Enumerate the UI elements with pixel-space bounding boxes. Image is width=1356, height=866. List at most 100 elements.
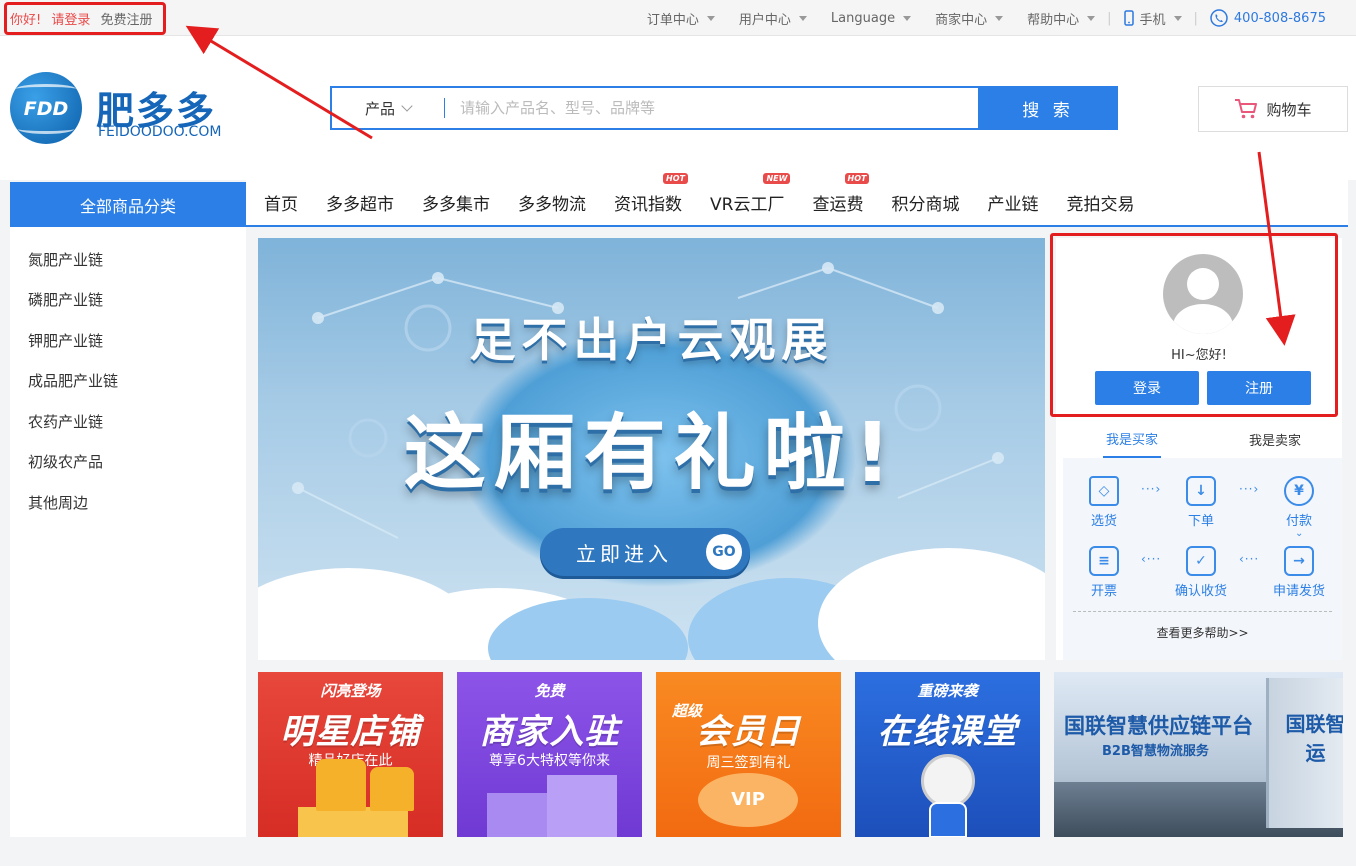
divider bbox=[1073, 611, 1332, 612]
flow-step-request-shipment[interactable]: → 申请发货 bbox=[1269, 546, 1329, 599]
chevron-down-icon bbox=[401, 100, 413, 112]
hotline: 400-808-8675 bbox=[1198, 9, 1338, 27]
search-input[interactable] bbox=[460, 88, 970, 128]
download-icon: ↓ bbox=[1186, 476, 1216, 506]
flow-dots-icon: ···› bbox=[1239, 482, 1260, 496]
nav-item-news-index[interactable]: 资讯指数 HOT bbox=[614, 173, 688, 215]
category-sidebar: 氮肥产业链 磷肥产业链 钾肥产业链 成品肥产业链 农药产业链 初级农产品 其他周… bbox=[10, 227, 246, 837]
flow-step-label: 开票 bbox=[1090, 584, 1117, 599]
category-item-phosphate[interactable]: 磷肥产业链 bbox=[10, 280, 246, 321]
chevron-down-icon bbox=[1087, 15, 1096, 21]
nav-item-label: 资讯指数 bbox=[614, 195, 682, 215]
search-button[interactable]: 搜 索 bbox=[978, 86, 1118, 130]
nav-item-vr-factory[interactable]: VR云工厂 NEW bbox=[710, 173, 791, 215]
banner-title: 这厢有礼啦! bbox=[403, 406, 900, 501]
tab-seller[interactable]: 我是卖家 bbox=[1249, 420, 1301, 458]
flow-dots-icon: ‹··· bbox=[1239, 552, 1260, 566]
category-item-agri-products[interactable]: 初级农产品 bbox=[10, 442, 246, 483]
vip-card: VIP bbox=[698, 773, 798, 827]
flow-step-confirm-receipt[interactable]: ✓ 确认收货 bbox=[1171, 546, 1231, 599]
promo-title: 国联智慧供应链平台 bbox=[1064, 714, 1253, 738]
top-links: 订单中心 用户中心 Language 商家中心 帮助中心 | 手机 | 400-… bbox=[635, 0, 1338, 36]
search-category-select[interactable]: 产品 bbox=[332, 88, 444, 128]
trophy-base bbox=[298, 807, 408, 837]
nav-item-label: 查运费 bbox=[812, 195, 864, 215]
hero-banner[interactable]: 足不出户云观展 这厢有礼啦! 立即进入 GO bbox=[258, 238, 1045, 660]
category-item-others[interactable]: 其他周边 bbox=[10, 482, 246, 523]
invoice-icon: ≡ bbox=[1089, 546, 1119, 576]
order-center-label: 订单中心 bbox=[646, 12, 699, 28]
category-item-nitrogen[interactable]: 氮肥产业链 bbox=[10, 239, 246, 280]
merchant-center-menu[interactable]: 商家中心 bbox=[923, 9, 1015, 28]
nav-item-label: 多多集市 bbox=[422, 195, 490, 215]
category-item-potash[interactable]: 钾肥产业链 bbox=[10, 320, 246, 361]
all-categories-button[interactable]: 全部商品分类 bbox=[10, 182, 246, 227]
shipment-icon: → bbox=[1284, 546, 1314, 576]
flow-step-order[interactable]: ↓ 下单 bbox=[1171, 476, 1231, 529]
promo-tag: 免费 bbox=[534, 682, 565, 700]
flow-step-pay[interactable]: ¥ 付款 bbox=[1269, 476, 1329, 529]
language-label: Language bbox=[830, 10, 896, 26]
nav-item-supermarket[interactable]: 多多超市 bbox=[326, 190, 394, 215]
new-badge: NEW bbox=[763, 173, 791, 184]
banner-enter-label: 立即进入 bbox=[576, 541, 672, 566]
flow-step-select[interactable]: ◇ 选货 bbox=[1074, 476, 1134, 529]
mascot-body bbox=[929, 802, 967, 837]
truck-text: 国联智运 bbox=[1285, 712, 1344, 765]
promo-merchant-join[interactable]: 免费 商家入驻 尊享6大特权等你来 bbox=[457, 672, 642, 837]
nav-item-points-mall[interactable]: 积分商城 bbox=[891, 190, 959, 215]
category-item-compound[interactable]: 成品肥产业链 bbox=[10, 361, 246, 402]
logo-swoosh bbox=[18, 124, 74, 134]
nav-item-industry-chain[interactable]: 产业链 bbox=[987, 190, 1038, 215]
nav-item-home[interactable]: 首页 bbox=[264, 190, 298, 215]
chevron-down-icon bbox=[1173, 15, 1182, 21]
mascot-icon bbox=[921, 754, 975, 808]
order-center-menu[interactable]: 订单中心 bbox=[635, 9, 727, 28]
nav-item-freight[interactable]: 查运费 HOT bbox=[812, 173, 870, 215]
help-center-menu[interactable]: 帮助中心 bbox=[1015, 9, 1107, 28]
flow-step-label: 申请发货 bbox=[1272, 584, 1325, 599]
merchant-center-label: 商家中心 bbox=[935, 12, 988, 28]
mobile-label: 手机 bbox=[1139, 12, 1166, 28]
language-menu[interactable]: Language bbox=[819, 11, 923, 26]
stage-block bbox=[547, 775, 617, 837]
promo-online-class[interactable]: 重磅来袭 在线课堂 bbox=[855, 672, 1040, 837]
cart-button[interactable]: 购物车 bbox=[1198, 86, 1348, 132]
cart-icon bbox=[1235, 99, 1258, 119]
site-logo[interactable]: FDD 肥多多 FEIDOODOO.COM bbox=[10, 70, 230, 148]
promo-title: 在线课堂 bbox=[877, 712, 1018, 752]
banner-headline: 足不出户云观展 bbox=[469, 313, 834, 367]
nav-item-label: 产业链 bbox=[987, 195, 1039, 215]
nav-item-label: 多多物流 bbox=[518, 195, 586, 215]
flow-step-label: 确认收货 bbox=[1174, 584, 1227, 599]
user-center-menu[interactable]: 用户中心 bbox=[727, 9, 819, 28]
yen-icon: ¥ bbox=[1284, 476, 1314, 506]
flow-step-label: 付款 bbox=[1285, 514, 1312, 529]
promo-star-store[interactable]: 闪亮登场 明星店铺 精品好店在此 bbox=[258, 672, 443, 837]
tab-buyer[interactable]: 我是买家 bbox=[1103, 420, 1161, 458]
promo-member-day[interactable]: 超级 会员日 周三签到有礼 VIP bbox=[656, 672, 841, 837]
nav-item-logistics[interactable]: 多多物流 bbox=[518, 190, 586, 215]
main-nav: 首页 多多超市 多多集市 多多物流 资讯指数 HOT VR云工厂 NEW 查运费 HO… bbox=[246, 173, 1348, 227]
more-help-link[interactable]: 查看更多帮助>> bbox=[1063, 624, 1342, 641]
logo-swoosh bbox=[16, 84, 76, 94]
promo-supply-chain[interactable]: 国联智运 国联智慧供应链平台 B2B智慧物流服务 bbox=[1054, 672, 1343, 837]
banner-enter-button[interactable]: 立即进入 GO bbox=[540, 528, 750, 576]
flow-step-label: 下单 bbox=[1187, 514, 1214, 529]
help-center-label: 帮助中心 bbox=[1027, 12, 1080, 28]
chevron-down-icon bbox=[706, 15, 715, 21]
trophy-icon bbox=[370, 767, 414, 811]
nav-item-label: 首页 bbox=[264, 195, 298, 215]
promo-tag: 重磅来袭 bbox=[917, 682, 978, 700]
header: FDD 肥多多 FEIDOODOO.COM 产品 搜 索 购物车 bbox=[0, 36, 1356, 180]
mobile-menu[interactable]: 手机 bbox=[1112, 9, 1194, 28]
flow-dots-icon: ‹··· bbox=[1141, 552, 1162, 566]
nav-item-label: 竞拍交易 bbox=[1066, 195, 1135, 215]
buyer-flow: ◇ 选货 ···› ↓ 下单 ···› ¥ 付款 ⌄ ≡ 开票 ‹··· ✓ 确… bbox=[1063, 458, 1342, 660]
hot-badge: HOT bbox=[844, 173, 870, 184]
nav-item-auction[interactable]: 竞拍交易 bbox=[1066, 190, 1134, 215]
nav-item-market[interactable]: 多多集市 bbox=[422, 190, 490, 215]
annotation-box-user-panel bbox=[1050, 233, 1338, 417]
flow-step-invoice[interactable]: ≡ 开票 bbox=[1074, 546, 1134, 599]
category-item-pesticide[interactable]: 农药产业链 bbox=[10, 401, 246, 442]
